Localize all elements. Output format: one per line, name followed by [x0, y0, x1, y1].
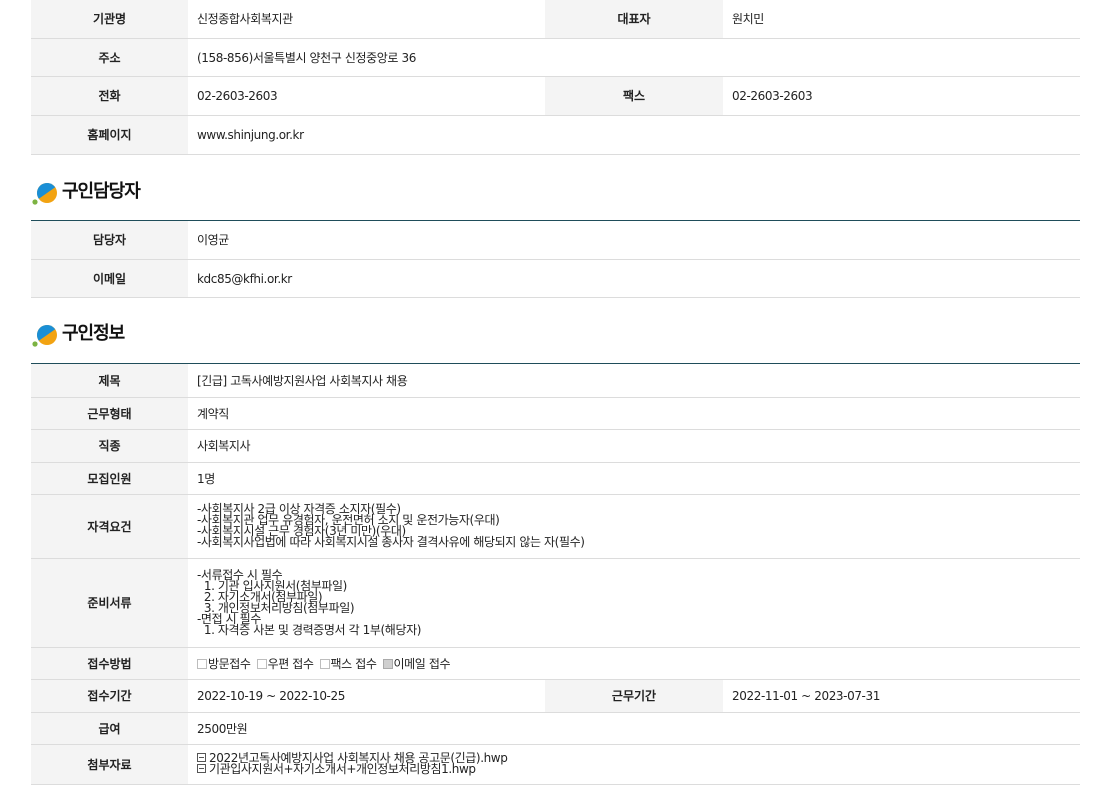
table-row: 제목 [긴급] 고독사예방지원사업 사회복지사 채용	[31, 364, 1080, 398]
subject: [긴급] 고독사예방지원사업 사회복지사 채용	[188, 364, 1080, 398]
method-label: 접수방법	[31, 647, 188, 680]
apply-methods: 방문접수 우편 접수 팩스 접수 이메일 접수	[188, 647, 1080, 680]
tel-label: 전화	[31, 76, 188, 116]
table-row: 직종 사회복지사	[31, 429, 1080, 463]
table-row: 주소 (158-856)서울특별시 양천구 신정중앙로 36	[31, 38, 1080, 77]
period-label: 접수기간	[31, 679, 188, 713]
docs-line: 1. 기관 입사지원서(첨부파일)	[197, 578, 347, 593]
org-info-table: 기관명 신정종합사회복지관 대표자 원치민 주소 (158-856)서울특별시 …	[31, 0, 1080, 155]
home-label: 홈페이지	[31, 115, 188, 155]
job-table: 제목 [긴급] 고독사예방지원사업 사회복지사 채용 근무형태 계약직 직종 사…	[31, 364, 1080, 785]
contact-section-title: 구인담당자	[62, 180, 141, 202]
rep-label: 대표자	[545, 0, 723, 39]
detail-page: 기관명 신정종합사회복지관 대표자 원치민 주소 (158-856)서울특별시 …	[31, 0, 1080, 785]
person-label: 담당자	[31, 220, 188, 260]
table-row: 접수기간 2022-10-19 ~ 2022-10-25 근무기간 2022-1…	[31, 679, 1080, 713]
fax-label: 팩스	[545, 76, 723, 116]
job-kind: 사회복지사	[188, 429, 1080, 463]
attachment-link[interactable]: 기관입사지원서+자기소개서+개인정보처리방침1.hwp	[197, 763, 1080, 775]
table-row: 준비서류 -서류접수 시 필수 1. 기관 입사지원서(첨부파일) 2. 자기소…	[31, 558, 1080, 648]
qual-line: -사회복지사업법에 따라 사회복지시설 종사자 결격사유에 해당되지 않는 자(…	[197, 535, 585, 549]
docs-line: 1. 자격증 사본 및 경력증명서 각 1부(해당자)	[197, 622, 422, 637]
rep-name: 원치민	[723, 0, 1080, 39]
work-period: 2022-11-01 ~ 2023-07-31	[723, 679, 1080, 713]
method-visit[interactable]: 방문접수	[197, 657, 251, 671]
method-mail[interactable]: 우편 접수	[256, 657, 314, 671]
email-label: 이메일	[31, 259, 188, 298]
count-label: 모집인원	[31, 462, 188, 495]
email: kdc85@kfhi.or.kr	[188, 259, 1080, 298]
attachments: 2022년고독사예방지사업 사회복지사 채용 공고문(긴급).hwp 기관입사지…	[188, 744, 1080, 785]
headcount: 1명	[188, 462, 1080, 495]
table-row: 급여 2500만원	[31, 712, 1080, 745]
fax: 02-2603-2603	[723, 76, 1080, 116]
salary: 2500만원	[188, 712, 1080, 745]
checkbox-icon[interactable]	[197, 658, 207, 669]
homepage: www.shinjung.or.kr	[188, 115, 1080, 155]
addr-label: 주소	[31, 38, 188, 77]
org-name: 신정종합사회복지관	[188, 0, 545, 39]
table-row: 전화 02-2603-2603 팩스 02-2603-2603	[31, 76, 1080, 116]
method-email[interactable]: 이메일 접수	[382, 657, 451, 671]
pay-label: 급여	[31, 712, 188, 745]
table-row: 기관명 신정종합사회복지관 대표자 원치민	[31, 0, 1080, 39]
attach-label: 첨부자료	[31, 744, 188, 785]
job-section-title: 구인정보	[62, 323, 125, 344]
qual-label: 자격요건	[31, 494, 188, 559]
method-fax[interactable]: 팩스 접수	[319, 657, 377, 671]
apply-period: 2022-10-19 ~ 2022-10-25	[188, 679, 545, 713]
work-type: 계약직	[188, 397, 1080, 430]
table-row: 홈페이지 www.shinjung.or.kr	[31, 115, 1080, 155]
job-section-header: 구인정보	[31, 298, 1080, 364]
file-icon	[197, 764, 206, 773]
address: (158-856)서울특별시 양천구 신정중앙로 36	[188, 38, 1080, 77]
docs-line: 3. 개인정보처리방침(첨부파일)	[197, 600, 355, 615]
table-row: 첨부자료 2022년고독사예방지사업 사회복지사 채용 공고문(긴급).hwp …	[31, 744, 1080, 785]
table-row: 자격요건 -사회복지사 2급 이상 자격증 소지자(필수) -사회복지관 업무 …	[31, 494, 1080, 559]
qualifications: -사회복지사 2급 이상 자격증 소지자(필수) -사회복지관 업무 유경험자,…	[188, 494, 1080, 559]
kind-label: 직종	[31, 429, 188, 463]
subject-label: 제목	[31, 364, 188, 398]
contact-table: 담당자 이영균 이메일 kdc85@kfhi.or.kr	[31, 220, 1080, 298]
table-row: 이메일 kdc85@kfhi.or.kr	[31, 259, 1080, 298]
checkbox-icon[interactable]	[319, 658, 330, 669]
tel: 02-2603-2603	[188, 76, 545, 116]
table-row: 모집인원 1명	[31, 462, 1080, 495]
section-logo-icon	[32, 325, 57, 347]
section-logo-icon	[32, 182, 57, 205]
table-row: 근무형태 계약직	[31, 397, 1080, 430]
checkbox-icon[interactable]	[256, 658, 267, 669]
person: 이영균	[188, 220, 1080, 260]
table-row: 담당자 이영균	[31, 220, 1080, 260]
required-docs: -서류접수 시 필수 1. 기관 입사지원서(첨부파일) 2. 자기소개서(첨부…	[188, 558, 1080, 648]
checkbox-checked-icon[interactable]	[382, 658, 393, 669]
contact-section-header: 구인담당자	[31, 155, 1080, 221]
table-row: 접수방법 방문접수 우편 접수 팩스 접수 이메일 접수	[31, 647, 1080, 680]
file-icon	[197, 753, 206, 762]
org-name-label: 기관명	[31, 0, 188, 39]
work-period-label: 근무기간	[545, 679, 723, 713]
type-label: 근무형태	[31, 397, 188, 430]
docs-label: 준비서류	[31, 558, 188, 648]
